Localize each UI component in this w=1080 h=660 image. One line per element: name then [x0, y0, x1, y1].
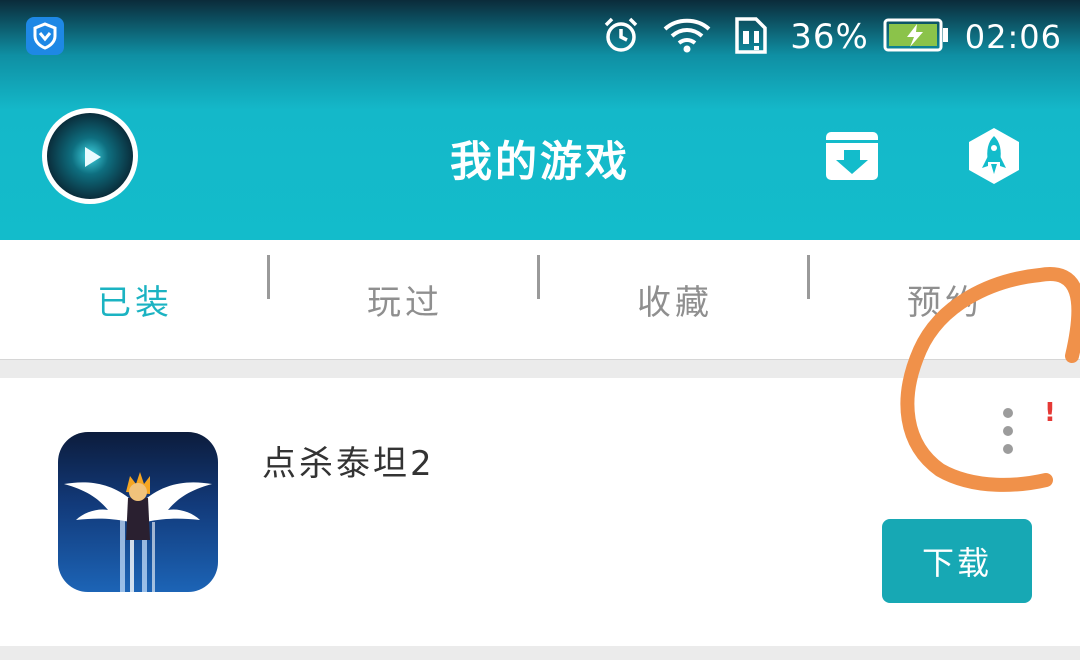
more-dot	[1003, 426, 1013, 436]
header-bar: 36% 02:06 我的游戏	[0, 0, 1080, 240]
battery-charging-icon	[883, 18, 949, 56]
download-button[interactable]: 下载	[882, 519, 1032, 603]
tab-favorites[interactable]: 收藏	[540, 255, 810, 324]
tab-bar: 已装 玩过 收藏 预约	[0, 240, 1080, 360]
wifi-icon	[662, 16, 712, 58]
clock: 02:06	[964, 18, 1062, 56]
game-title: 点杀泰坦2	[262, 444, 435, 484]
status-bar: 36% 02:06	[0, 0, 1080, 76]
shield-icon	[26, 17, 64, 55]
list-item[interactable]: 点杀泰坦2 ! 下载	[0, 378, 1080, 646]
alarm-icon	[602, 16, 640, 58]
more-options-icon[interactable]	[996, 408, 1020, 454]
download-manager-button[interactable]	[824, 128, 880, 184]
more-dot	[1003, 444, 1013, 454]
tab-label: 收藏	[637, 283, 713, 323]
more-dot	[1003, 408, 1013, 418]
tab-label: 玩过	[367, 283, 443, 323]
tab-reserved[interactable]: 预约	[810, 275, 1080, 324]
battery-percent: 36%	[790, 17, 869, 57]
game-icon[interactable]	[58, 432, 218, 592]
tab-installed[interactable]: 已装	[0, 255, 270, 324]
alert-mark: !	[1044, 398, 1056, 428]
download-manager-icon	[826, 132, 878, 180]
sim-alert-icon	[734, 15, 768, 59]
speedup-button[interactable]	[966, 128, 1022, 184]
tab-label: 预约	[907, 283, 983, 323]
rocket-icon	[969, 128, 1019, 184]
tab-label: 已装	[97, 283, 173, 323]
page-title: 我的游戏	[449, 137, 630, 186]
tab-played[interactable]: 玩过	[270, 255, 540, 324]
